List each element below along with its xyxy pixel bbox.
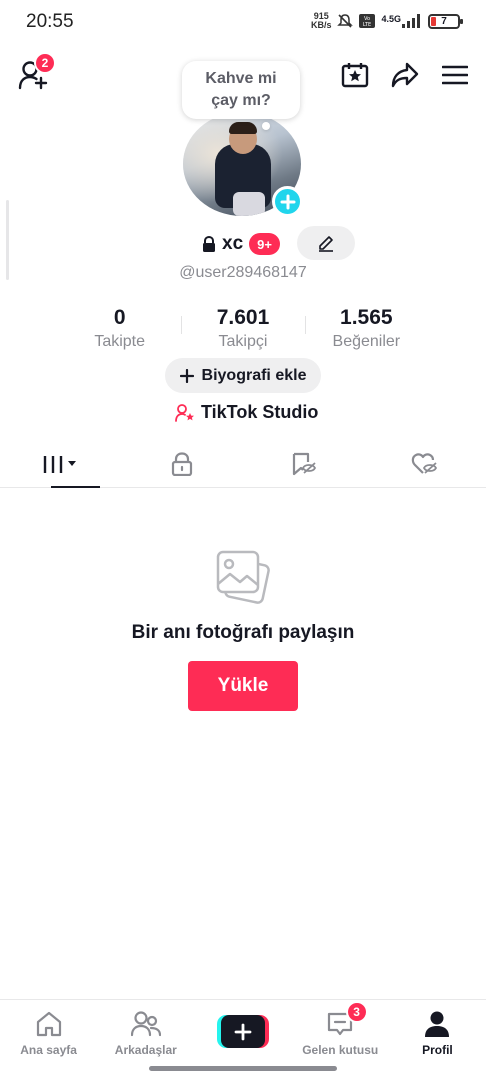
- svg-text:LTE: LTE: [363, 22, 371, 28]
- pencil-icon: [319, 236, 333, 252]
- display-name: xc: [222, 233, 244, 254]
- nav-profile[interactable]: Profil: [389, 1000, 486, 1080]
- share-icon: [391, 62, 419, 88]
- mute-icon: [337, 13, 354, 29]
- profile-name-row: xc 9+: [202, 229, 280, 259]
- create-button[interactable]: [217, 1015, 269, 1048]
- network-speed: 915 KB/s: [310, 11, 332, 30]
- edit-profile-button[interactable]: [297, 226, 355, 260]
- profile-icon: [425, 1011, 450, 1037]
- battery-icon: 7: [428, 13, 463, 29]
- home-indicator: [149, 1066, 337, 1071]
- status-bar: 20:55 915 KB/s Vo LTE 4.5G 7: [0, 0, 486, 44]
- stat-following[interactable]: 0 Takipte: [58, 306, 181, 352]
- user-handle: @user289468147: [179, 264, 307, 281]
- calendar-button[interactable]: [340, 60, 370, 90]
- tab-videos[interactable]: [0, 440, 122, 488]
- profile-stats: 0 Takipte 7.601 Takipçi 1.565 Beğeniler: [58, 306, 428, 352]
- note-bubble[interactable]: Kahve mi çay mı?: [182, 61, 300, 119]
- stat-followers[interactable]: 7.601 Takipçi: [181, 306, 304, 352]
- volte-icon: Vo LTE: [359, 14, 376, 28]
- upload-button[interactable]: Yükle: [188, 661, 298, 711]
- note-bubble-tail: [262, 122, 270, 130]
- home-icon: [36, 1011, 61, 1037]
- add-friend-button[interactable]: 2: [18, 52, 56, 92]
- lock-icon: [202, 236, 216, 252]
- bookmark-hidden-icon: [292, 452, 316, 475]
- name-badge[interactable]: 9+: [249, 233, 280, 255]
- stat-likes[interactable]: 1.565 Beğeniler: [304, 306, 428, 352]
- plus-icon: [280, 194, 295, 209]
- plus-icon: [234, 1023, 252, 1040]
- tab-liked[interactable]: [365, 440, 486, 487]
- creator-icon: [175, 403, 194, 422]
- menu-icon: [442, 65, 468, 85]
- photos-icon: [214, 548, 272, 606]
- status-icons: 915 KB/s Vo LTE 4.5G 7: [310, 11, 463, 30]
- empty-state-title: Bir anı fotoğrafı paylaşın: [131, 622, 355, 643]
- content-tabs: [0, 440, 486, 488]
- share-button[interactable]: [390, 60, 420, 90]
- inbox-badge: 3: [345, 1001, 368, 1023]
- tab-private[interactable]: [122, 440, 244, 487]
- add-avatar-button[interactable]: [272, 186, 303, 217]
- tiktok-studio-link[interactable]: TikTok Studio: [175, 402, 318, 423]
- plus-icon: [179, 368, 194, 383]
- lock-icon: [172, 451, 193, 476]
- friends-icon: [130, 1011, 161, 1037]
- signal-icon: 4.5G: [381, 14, 422, 28]
- add-bio-button[interactable]: Biyografi ekle: [165, 358, 321, 393]
- calendar-star-icon: [341, 63, 369, 88]
- videos-grid-icon: [43, 455, 76, 473]
- status-time: 20:55: [26, 11, 74, 32]
- tab-saved[interactable]: [243, 440, 365, 487]
- add-friend-badge: 2: [34, 52, 56, 74]
- nav-home[interactable]: Ana sayfa: [0, 1000, 97, 1080]
- menu-button[interactable]: [440, 60, 470, 90]
- heart-hidden-icon: [412, 452, 438, 474]
